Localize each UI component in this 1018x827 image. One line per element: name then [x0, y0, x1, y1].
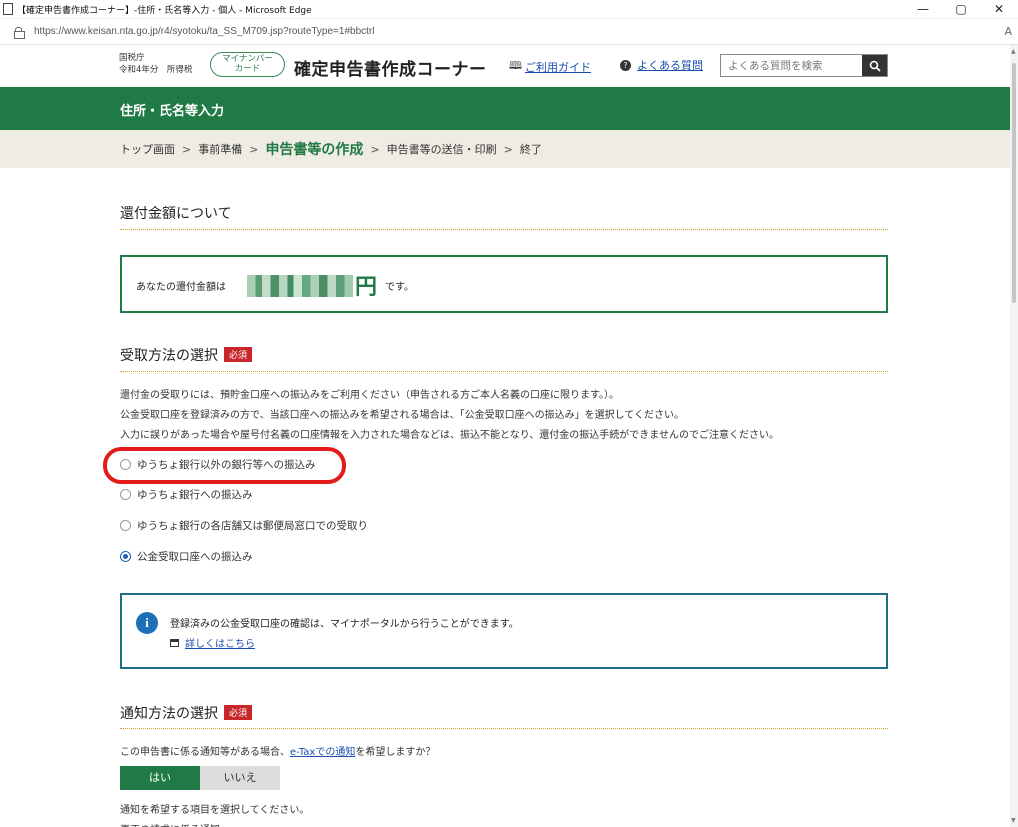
window-controls: — ▢ ✕: [904, 0, 1018, 19]
select-note: 通知を希望する項目を選択してください。: [120, 805, 310, 816]
required-badge: 必須: [224, 705, 253, 720]
refund-divider: [120, 229, 888, 230]
refund-label: あなたの還付金額は: [136, 282, 226, 293]
receive-method-divider: [120, 371, 888, 372]
notification-title: 通知方法の選択: [120, 706, 218, 722]
cut-off-text: 更正の請求に係る通知: [120, 821, 240, 827]
question-prefix: この申告書に係る通知等がある場合、: [120, 747, 290, 758]
no-button[interactable]: いいえ: [200, 766, 280, 790]
search-button[interactable]: [862, 55, 887, 76]
scroll-up-icon[interactable]: ▲: [1011, 48, 1016, 55]
search-input[interactable]: [721, 55, 862, 76]
agency-label: 国税庁 令和4年分 所得税: [119, 52, 192, 76]
notification-question: この申告書に係る通知等がある場合、e-Taxでの通知を希望しますか？: [120, 743, 435, 758]
window-title: 【確定申告書作成コーナー】-住所・氏名等入力 - 個人 - Microsoft …: [17, 5, 312, 16]
radio-button-checked[interactable]: [120, 551, 131, 562]
external-window-icon: [170, 638, 179, 647]
page-banner: 住所・氏名等入力: [0, 87, 1010, 130]
minimize-button[interactable]: —: [904, 0, 942, 19]
breadcrumb-separator: >: [370, 142, 380, 156]
page-icon: [3, 3, 13, 15]
address-bar[interactable]: https://www.keisan.nta.go.jp/r4/syotoku/…: [0, 19, 1018, 45]
agency-name: 国税庁: [119, 53, 145, 63]
faq-link[interactable]: よくある質問: [637, 57, 703, 73]
notification-heading: 通知方法の選択 必須: [120, 703, 253, 723]
breadcrumb-separator: >: [182, 142, 192, 156]
radio-button[interactable]: [120, 489, 131, 500]
search-icon: [869, 60, 881, 72]
red-highlight-annotation: [103, 447, 346, 484]
scroll-down-icon[interactable]: ▼: [1011, 817, 1016, 824]
yen-unit: 円: [355, 274, 378, 299]
scroll-thumb[interactable]: [1012, 63, 1016, 303]
etax-notice-link[interactable]: e-Taxでの通知: [290, 747, 355, 758]
refund-amount: 円: [247, 269, 377, 301]
info-message: 登録済みの公金受取口座の確認は、マイナポータルから行うことができます。: [170, 619, 519, 630]
receive-description-3: 入力に誤りがあった場合や屋号付名義の口座情報を入力された場合などは、振込不能とな…: [120, 430, 779, 441]
breadcrumb-item-preparation: 事前準備: [198, 143, 243, 156]
receive-method-title: 受取方法の選択: [120, 348, 218, 364]
redacted-amount: [247, 275, 353, 297]
tax-year: 令和4年分 所得税: [119, 65, 193, 75]
info-icon: i: [136, 612, 158, 634]
refund-heading: 還付金額について: [120, 206, 232, 222]
refund-suffix: です。: [385, 282, 414, 293]
breadcrumb-separator: >: [503, 142, 513, 156]
breadcrumb-item-create: 申告書等の作成: [265, 142, 364, 158]
breadcrumb-item-top: トップ画面: [120, 143, 175, 156]
yes-no-toggle: はい いいえ: [120, 766, 280, 790]
receive-description-2: 公金受取口座を登録済みの方で、当該口座への振込みを希望される場合は、「公金受取口…: [120, 410, 684, 421]
question-icon: ?: [620, 59, 631, 71]
url-text[interactable]: https://www.keisan.nta.go.jp/r4/syotoku/…: [34, 26, 374, 37]
breadcrumb-item-end: 終了: [519, 143, 542, 156]
reader-mode-icon[interactable]: A: [1004, 25, 1012, 38]
yes-button[interactable]: はい: [120, 766, 200, 790]
maximize-button[interactable]: ▢: [942, 0, 980, 19]
lock-icon[interactable]: [14, 26, 25, 39]
faq-link-wrap: ? よくある質問: [620, 57, 703, 73]
required-badge: 必須: [224, 347, 253, 362]
info-box: i 登録済みの公金受取口座の確認は、マイナポータルから行うことができます。 詳し…: [120, 593, 888, 669]
site-title[interactable]: 確定申告書作成コーナー: [294, 55, 487, 80]
notification-divider: [120, 728, 888, 729]
breadcrumb-item-send-print: 申告書等の送信・印刷: [386, 143, 497, 156]
radio-option-public-account[interactable]: 公金受取口座への振込み: [120, 549, 253, 564]
radio-label[interactable]: ゆうちょ銀行への振込み: [137, 487, 253, 502]
radio-label[interactable]: ゆうちょ銀行の各店舗又は郵便局窓口での受取り: [137, 518, 368, 533]
window-titlebar: 【確定申告書作成コーナー】-住所・氏名等入力 - 個人 - Microsoft …: [0, 0, 1018, 19]
radio-option-post-office[interactable]: ゆうちょ銀行の各店舗又は郵便局窓口での受取り: [120, 518, 368, 533]
page-scrollbar[interactable]: ▲ ▼: [1010, 45, 1018, 827]
receive-method-heading: 受取方法の選択 必須: [120, 345, 253, 365]
refund-amount-box: あなたの還付金額は 円 です。: [120, 255, 888, 313]
radio-button[interactable]: [120, 520, 131, 531]
question-suffix: を希望しますか？: [355, 747, 436, 758]
details-link-wrap: 詳しくはこちら: [170, 635, 255, 650]
details-link[interactable]: 詳しくはこちら: [185, 635, 255, 650]
faq-search: [720, 54, 888, 77]
radio-label[interactable]: 公金受取口座への振込み: [137, 549, 253, 564]
card-label: カード: [234, 64, 261, 74]
guide-link[interactable]: ご利用ガイド: [525, 59, 591, 75]
book-icon: 🕮: [509, 59, 522, 72]
page-title: 住所・氏名等入力: [120, 104, 225, 119]
close-button[interactable]: ✕: [980, 0, 1018, 19]
site-header: 国税庁 令和4年分 所得税 マイナンバー カード 確定申告書作成コーナー 🕮 ご…: [0, 45, 1010, 87]
mynumber-label: マイナンバー: [222, 54, 273, 64]
radio-option-yucho-bank[interactable]: ゆうちょ銀行への振込み: [120, 487, 253, 502]
mynumber-card-badge: マイナンバー カード: [210, 52, 285, 77]
guide-link-wrap: 🕮 ご利用ガイド: [509, 57, 591, 76]
breadcrumb: トップ画面 > 事前準備 > 申告書等の作成 > 申告書等の送信・印刷 > 終了: [0, 130, 1010, 168]
breadcrumb-separator: >: [249, 142, 259, 156]
receive-description-1: 還付金の受取りには、預貯金口座への振込みをご利用ください（申告される方ご本人名義…: [120, 390, 619, 401]
